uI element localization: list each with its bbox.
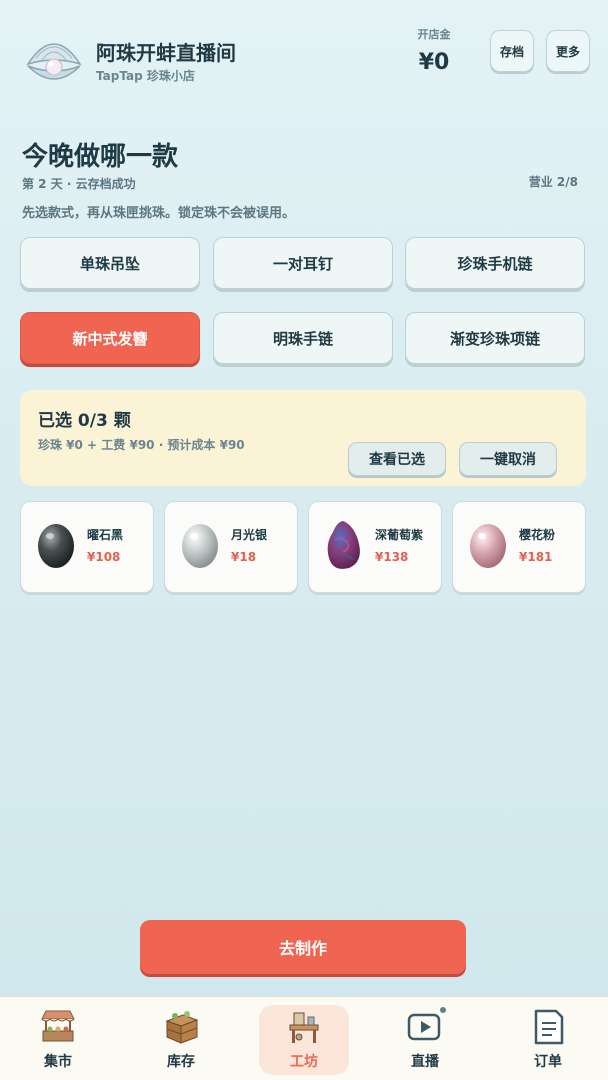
nav-item-market[interactable]: 集市	[13, 1005, 103, 1075]
bottom-nav: 集市 库存 工坊 直播 订单	[0, 996, 608, 1080]
play-screen-icon	[407, 1013, 441, 1041]
more-button[interactable]: 更多	[546, 30, 590, 72]
fund-value: ¥0	[418, 50, 450, 75]
pearl-price: ¥181	[519, 550, 553, 564]
nav-item-live[interactable]: 直播	[380, 1005, 470, 1075]
pink-pearl-icon	[470, 524, 506, 568]
pearl-name: 曜石黑	[87, 528, 124, 542]
cost-summary: 珍珠 ¥0 + 工费 ¥90 · 预计成本 ¥90	[38, 438, 245, 452]
instruction-hint: 先选款式，再从珠匣挑珠。锁定珠不会被误用。	[22, 206, 296, 221]
pearl-card-moonlight-silver[interactable]: 月光银 ¥18	[164, 501, 298, 593]
pearl-price: ¥138	[375, 550, 409, 564]
shop-name: 阿珠开蚌直播间	[96, 41, 236, 65]
pearl-name: 深葡萄紫	[375, 528, 424, 542]
market-stall-icon	[41, 1010, 75, 1042]
page-title: 今晚做哪一款	[22, 142, 179, 172]
oyster-shell-icon	[26, 43, 82, 80]
fund-label: 开店金	[417, 28, 451, 41]
purple-baroque-pearl-icon	[327, 521, 360, 569]
shop-subtitle: TapTap 珍珠小店	[96, 69, 195, 83]
workbench-icon	[289, 1012, 319, 1043]
silver-pearl-icon	[182, 524, 218, 568]
view-selected-button[interactable]: 查看已选	[348, 442, 446, 476]
black-pearl-icon	[38, 524, 74, 568]
style-button-pendant[interactable]: 单珠吊坠	[20, 237, 200, 289]
crate-icon	[165, 1011, 199, 1044]
app-header: 阿珠开蚌直播间 TapTap 珍珠小店 开店金 ¥0 存档 更多	[0, 0, 608, 120]
nav-item-orders[interactable]: 订单	[503, 1005, 593, 1075]
nav-label: 直播	[411, 1054, 439, 1070]
business-progress: 营业 2/8	[528, 175, 578, 189]
nav-label: 集市	[44, 1054, 72, 1070]
day-status: 第 2 天 · 云存档成功	[22, 177, 136, 191]
order-list-icon	[534, 1009, 564, 1045]
pearl-name: 月光银	[231, 528, 268, 542]
pearl-card-sakura-pink[interactable]: 樱花粉 ¥181	[452, 501, 586, 593]
save-button[interactable]: 存档	[490, 30, 534, 72]
clear-selection-button[interactable]: 一键取消	[459, 442, 557, 476]
notification-dot	[440, 1007, 446, 1013]
style-button-bracelet[interactable]: 明珠手链	[213, 312, 393, 364]
style-button-phone-chain[interactable]: 珍珠手机链	[405, 237, 585, 289]
selection-count: 已选 0/3 颗	[38, 411, 131, 431]
nav-item-workshop[interactable]: 工坊	[259, 1005, 349, 1075]
style-button-hairpin[interactable]: 新中式发簪	[20, 312, 200, 364]
pearl-price: ¥18	[231, 550, 257, 564]
nav-label: 订单	[534, 1054, 562, 1070]
style-button-gradient-necklace[interactable]: 渐变珍珠项链	[405, 312, 585, 364]
pearl-card-deep-grape-purple[interactable]: 深葡萄紫 ¥138	[308, 501, 442, 593]
pearl-card-obsidian-black[interactable]: 曜石黑 ¥108	[20, 501, 154, 593]
style-button-earrings[interactable]: 一对耳钉	[213, 237, 393, 289]
pearl-name: 樱花粉	[519, 528, 556, 542]
selection-panel: 已选 0/3 颗 珍珠 ¥0 + 工费 ¥90 · 预计成本 ¥90 查看已选 …	[20, 390, 586, 486]
go-make-button[interactable]: 去制作	[140, 920, 466, 974]
nav-label: 库存	[167, 1054, 195, 1070]
nav-item-inventory[interactable]: 库存	[136, 1005, 226, 1075]
pearl-price: ¥108	[87, 550, 121, 564]
nav-label: 工坊	[290, 1054, 318, 1070]
